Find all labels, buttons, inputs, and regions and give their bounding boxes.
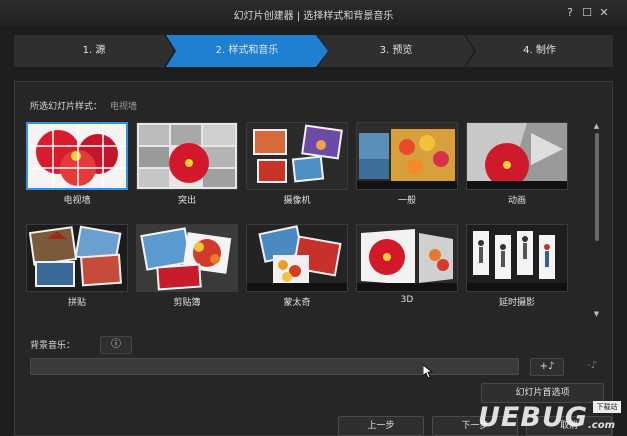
- style-tile-timelapse[interactable]: 延时摄影: [466, 224, 568, 308]
- style-caption: 3D: [400, 295, 414, 305]
- watermark-text: UEBUG: [478, 402, 589, 433]
- close-button[interactable]: ✕: [597, 6, 611, 20]
- watermark-suffix: .com: [588, 420, 616, 431]
- style-caption: 一般: [397, 196, 416, 206]
- music-info-button[interactable]: ⓘ: [100, 336, 132, 354]
- mouse-cursor-icon: [423, 365, 433, 379]
- style-tile-scrapbook[interactable]: 剪贴簿: [136, 224, 238, 308]
- title-bar: 幻灯片创建器 | 选择样式和背景音乐 ? ☐ ✕: [0, 0, 627, 26]
- style-grid: 电视墙 突出 摄像机 一般 动画 拼贴 剪贴簿 蒙太奇 3D 延时摄影: [26, 122, 586, 318]
- highlight-thumbnail: [136, 122, 238, 190]
- remove-music-button[interactable]: -♪: [582, 358, 602, 376]
- selected-style-value: 电视墙: [110, 102, 138, 112]
- music-file-field[interactable]: [30, 358, 519, 375]
- scroll-down-arrow-icon[interactable]: ▼: [592, 310, 601, 318]
- style-caption: 电视墙: [63, 196, 91, 206]
- tv-wall-thumbnail: [26, 122, 128, 190]
- style-caption: 拼贴: [67, 298, 86, 308]
- timelapse-thumbnail: [466, 224, 568, 292]
- animation-thumbnail: [466, 122, 568, 190]
- style-tile-tv-wall[interactable]: 电视墙: [26, 122, 128, 206]
- camera-thumbnail: [246, 122, 348, 190]
- step-source-label: 1. 源: [82, 45, 106, 56]
- step-preview[interactable]: 3. 预览: [318, 35, 474, 67]
- scrapbook-thumbnail: [136, 224, 238, 292]
- help-button[interactable]: ?: [563, 6, 577, 20]
- general-thumbnail: [356, 122, 458, 190]
- scrollbar-thumb[interactable]: [595, 133, 599, 241]
- watermark-badge: 下载站: [593, 401, 621, 413]
- style-tile-camera[interactable]: 摄像机: [246, 122, 348, 206]
- style-caption: 动画: [507, 196, 526, 206]
- step-style-music-label: 2. 样式和音乐: [215, 45, 279, 56]
- 3d-thumbnail: [356, 224, 458, 292]
- collage-thumbnail: [26, 224, 128, 292]
- style-tile-collage[interactable]: 拼贴: [26, 224, 128, 308]
- step-preview-label: 3. 预览: [379, 45, 413, 56]
- style-tile-highlight[interactable]: 突出: [136, 122, 238, 206]
- step-style-music[interactable]: 2. 样式和音乐: [166, 35, 328, 67]
- style-tile-3d[interactable]: 3D: [356, 224, 458, 306]
- style-caption: 蒙太奇: [283, 298, 311, 308]
- style-caption: 延时摄影: [498, 298, 535, 308]
- wizard-steps: 1. 源 2. 样式和音乐 3. 预览 4. 制作: [14, 35, 613, 67]
- background-music-label: 背景音乐：: [30, 341, 76, 351]
- step-produce-label: 4. 制作: [523, 45, 556, 56]
- style-caption: 突出: [177, 196, 196, 206]
- selected-style-label: 所选幻灯片样式：: [30, 102, 103, 112]
- style-caption: 摄像机: [283, 196, 311, 206]
- step-source[interactable]: 1. 源: [14, 35, 174, 67]
- montage-thumbnail: [246, 224, 348, 292]
- add-music-button[interactable]: +♪: [530, 358, 564, 376]
- style-tile-general[interactable]: 一般: [356, 122, 458, 206]
- maximize-button[interactable]: ☐: [580, 6, 594, 20]
- style-tile-montage[interactable]: 蒙太奇: [246, 224, 348, 308]
- style-tile-animation[interactable]: 动画: [466, 122, 568, 206]
- window-title: 幻灯片创建器 | 选择样式和背景音乐: [233, 11, 394, 22]
- step-produce[interactable]: 4. 制作: [466, 35, 613, 67]
- watermark-logo: UEBUG 下载站 .com: [476, 400, 624, 436]
- back-button[interactable]: 上一步: [338, 416, 424, 436]
- style-caption: 剪贴簿: [173, 298, 201, 308]
- scroll-up-arrow-icon[interactable]: ▲: [592, 122, 601, 130]
